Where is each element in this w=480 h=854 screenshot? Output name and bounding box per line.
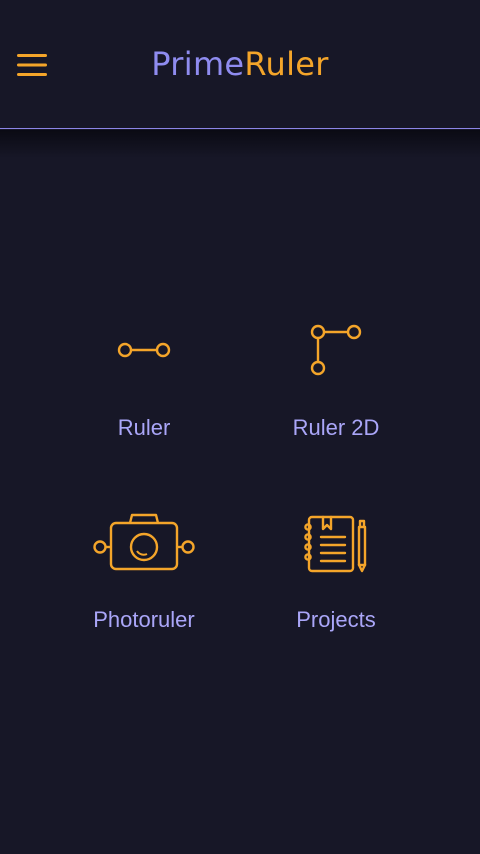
- tile-photoruler-label: Photoruler: [93, 607, 195, 632]
- tile-ruler[interactable]: Ruler: [54, 310, 234, 460]
- ruler-icon-wrap: [54, 310, 234, 390]
- header-shadow: [0, 130, 480, 158]
- app-header: PrimeRuler: [0, 0, 480, 129]
- ruler-2d-icon: [310, 324, 362, 376]
- camera-icon: [93, 513, 195, 571]
- ruler-icon: [117, 342, 171, 358]
- tile-ruler-label: Ruler: [117, 415, 171, 440]
- notebook-icon: [304, 515, 367, 573]
- app-title-prime: Prime: [151, 45, 245, 83]
- tile-photoruler[interactable]: Photoruler: [54, 504, 234, 654]
- tile-ruler-2d[interactable]: Ruler 2D: [246, 310, 426, 460]
- app-title-ruler: Ruler: [244, 45, 329, 83]
- tile-ruler-2d-label: Ruler 2D: [292, 415, 380, 440]
- camera-icon-wrap: [54, 504, 234, 584]
- app-title: PrimeRuler: [0, 44, 480, 84]
- tile-projects[interactable]: Projects: [246, 504, 426, 654]
- tile-projects-label: Projects: [296, 607, 376, 632]
- notebook-icon-wrap: [246, 504, 426, 584]
- ruler-2d-icon-wrap: [246, 310, 426, 390]
